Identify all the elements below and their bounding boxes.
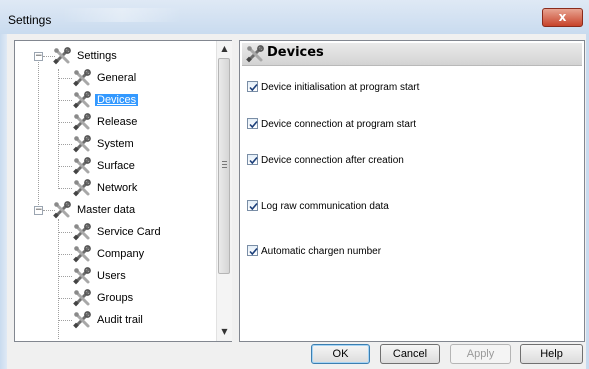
tools-icon [53,47,71,66]
tools-icon [73,113,91,132]
panel-header: Devices [242,43,582,66]
scroll-up-icon[interactable]: ▲ [217,41,232,57]
cancel-button[interactable]: Cancel [380,344,440,364]
checkbox-box[interactable] [247,244,258,256]
scroll-down-icon[interactable]: ▼ [217,324,232,340]
checkbox-box[interactable] [247,80,258,92]
tools-icon [73,69,91,88]
ok-button[interactable]: OK [311,344,370,364]
tree-node-audit-trail[interactable]: Audit trail [73,310,145,330]
tree-node-surface[interactable]: Surface [73,156,137,176]
checkbox-box[interactable] [247,199,258,211]
tools-icon [73,223,91,242]
checkbox-log-raw-data[interactable]: Log raw communication data [247,199,389,214]
tree-node-system[interactable]: System [73,134,136,154]
apply-button[interactable]: Apply [450,344,511,364]
close-icon: x [558,10,567,24]
checkbox-box[interactable] [247,153,258,165]
checkmark-icon [249,202,258,210]
close-button[interactable]: x [542,8,583,27]
checkmark-icon [249,83,258,91]
tools-icon [73,245,91,264]
help-button[interactable]: Help [520,344,583,364]
tree-node-release[interactable]: Release [73,112,139,132]
tree-node-settings[interactable]: Settings [53,46,119,66]
tree-node-general[interactable]: General [73,68,138,88]
tree-node-master-data[interactable]: Master data [53,200,137,220]
tools-icon [73,311,91,330]
tree-node-network[interactable]: Network [73,178,139,198]
checkbox-box[interactable] [247,117,258,129]
tree-node-company[interactable]: Company [73,244,146,264]
title-bar: Settings x [0,0,589,34]
tree-node-devices[interactable]: Devices [73,90,139,110]
tree-scrollbar[interactable]: ▲ ▼ [216,41,232,341]
checkbox-device-connection-creation[interactable]: Device connection after creation [247,153,404,168]
checkbox-automatic-chargen[interactable]: Automatic chargen number [247,244,381,259]
tree-node-groups[interactable]: Groups [73,288,135,308]
tools-icon [73,179,91,198]
checkbox-device-connection-start[interactable]: Device connection at program start [247,117,416,132]
panel-title: Devices [267,45,324,60]
tools-icon [73,91,91,110]
tools-icon [73,135,91,154]
settings-collapse-toggle[interactable]: − [34,52,43,61]
master-data-collapse-toggle[interactable]: − [34,206,43,215]
settings-window: Settings x − Settings General Devices Re… [0,0,589,369]
tree-node-users[interactable]: Users [73,266,128,286]
settings-tree[interactable]: − Settings General Devices Release Syste… [14,40,232,342]
checkmark-icon [249,120,258,128]
scrollbar-thumb[interactable] [218,58,230,274]
checkmark-icon [249,247,258,255]
tree-node-service-card[interactable]: Service Card [73,222,163,242]
window-title: Settings [8,13,52,27]
checkmark-icon [249,156,258,164]
window-frame-left [0,34,7,369]
tools-icon [73,157,91,176]
tools-icon [73,289,91,308]
tools-icon [73,267,91,286]
tools-icon [246,45,264,63]
checkbox-device-initialisation[interactable]: Device initialisation at program start [247,80,419,95]
tools-icon [53,201,71,220]
